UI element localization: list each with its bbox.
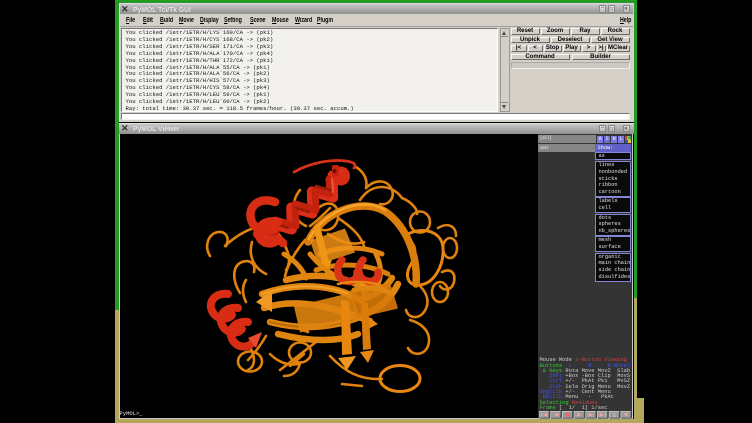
svg-text:S: S	[613, 412, 617, 418]
